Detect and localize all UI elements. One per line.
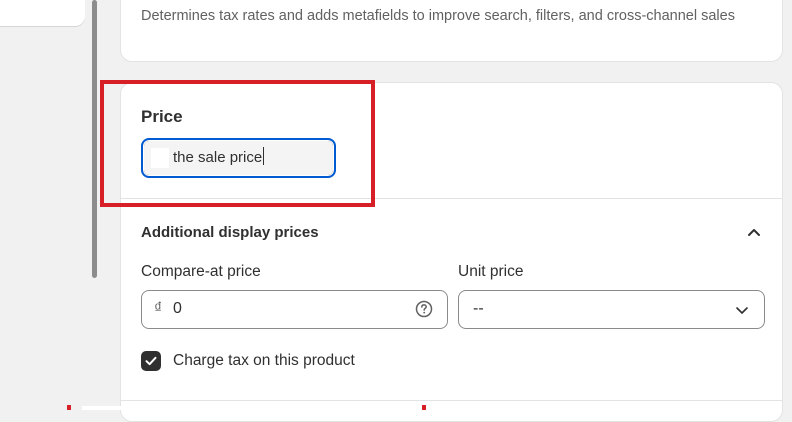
price-heading: Price [141, 107, 183, 126]
section-divider [121, 198, 782, 199]
text-cursor [263, 147, 265, 165]
chevron-down-icon [734, 302, 750, 318]
highlight-marker [67, 405, 71, 410]
chevron-up-icon[interactable] [743, 221, 765, 243]
compare-at-price-label: Compare-at price [141, 263, 261, 280]
pricing-card: Price the sale price Additional display … [120, 82, 783, 422]
currency-symbol: ₫ [154, 300, 163, 317]
unit-price-selected: -- [473, 300, 484, 317]
compare-at-price-value: 0 [173, 300, 182, 317]
price-input-prefix [151, 148, 169, 168]
unit-price-select[interactable]: -- [458, 290, 765, 329]
checkmark-icon [145, 356, 157, 366]
charge-tax-label[interactable]: Charge tax on this product [173, 352, 355, 370]
unit-price-label: Unit price [458, 263, 524, 280]
next-section-edge [82, 406, 782, 410]
compare-at-price-input[interactable]: ₫ 0 [141, 290, 448, 329]
scrollbar-thumb[interactable] [92, 0, 97, 278]
price-input[interactable]: the sale price [141, 138, 336, 178]
section-divider [121, 400, 782, 401]
price-input-value: the sale price [173, 149, 263, 166]
additional-display-prices-heading: Additional display prices [141, 224, 319, 241]
question-circle-icon[interactable] [415, 300, 433, 318]
highlight-marker [422, 405, 426, 410]
category-card: Determines tax rates and adds metafields… [120, 0, 783, 62]
charge-tax-checkbox[interactable] [141, 351, 161, 371]
category-description: Determines tax rates and adds metafields… [141, 8, 735, 24]
sidebar-card [0, 0, 85, 26]
